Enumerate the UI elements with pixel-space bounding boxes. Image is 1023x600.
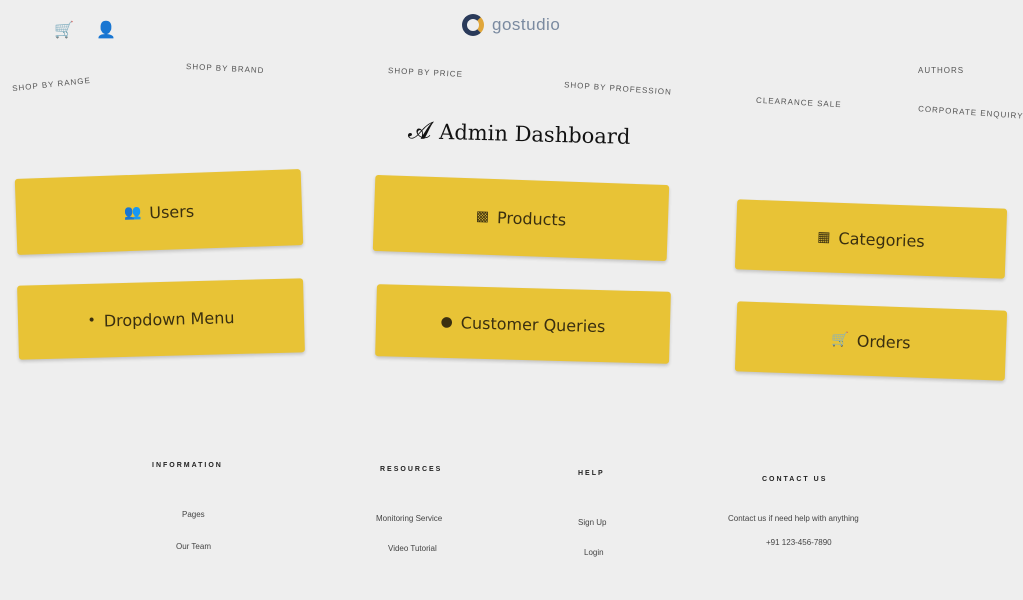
grid-icon: ▦ xyxy=(817,229,831,246)
products-label: Products xyxy=(496,207,567,230)
logo-text: gostudio xyxy=(492,15,561,34)
footer-link-sign-up[interactable]: Sign Up xyxy=(578,518,606,527)
dropdown-menu-button[interactable]: • Dropdown Menu xyxy=(17,278,305,360)
nav-item-authors[interactable]: AUTHORS xyxy=(918,66,964,75)
users-icon: 👥 xyxy=(123,204,142,222)
nav-item-corporate-enquiry[interactable]: CORPORATE ENQUIRY xyxy=(918,104,1023,120)
dropdown-menu-label: Dropdown Menu xyxy=(103,307,235,330)
nav-item-shop-by-profession[interactable]: SHOP BY PROFESSION xyxy=(564,80,672,97)
footer-heading-resources: RESOURCES xyxy=(380,466,443,473)
logo-mark-icon xyxy=(462,14,484,36)
footer-link-pages[interactable]: Pages xyxy=(182,510,205,519)
footer-link-monitoring-service[interactable]: Monitoring Service xyxy=(376,514,442,523)
customer-queries-button[interactable]: ● Customer Queries xyxy=(375,284,671,364)
nav-item-shop-by-price[interactable]: SHOP BY PRICE xyxy=(388,66,463,79)
logo[interactable]: gostudio xyxy=(462,14,560,36)
orders-label: Orders xyxy=(856,331,911,352)
footer-link-our-team[interactable]: Our Team xyxy=(176,542,211,551)
user-tie-icon: 𝓐 xyxy=(407,117,432,145)
dot-icon: • xyxy=(87,312,97,329)
cart-icon: 🛒 xyxy=(831,331,850,349)
categories-label: Categories xyxy=(838,228,926,251)
page-title: 𝓐 Admin Dashboard xyxy=(408,117,631,151)
nav-item-shop-by-range[interactable]: SHOP BY RANGE xyxy=(12,76,91,93)
boxes-icon: ▩ xyxy=(475,208,490,225)
nav-item-clearance-sale[interactable]: CLEARANCE SALE xyxy=(756,96,842,109)
chat-icon: ● xyxy=(440,313,454,331)
footer-contact-text: Contact us if need help with anything xyxy=(728,514,859,523)
nav-item-shop-by-brand[interactable]: SHOP BY BRAND xyxy=(186,62,265,75)
footer: INFORMATION RESOURCES HELP CONTACT US Pa… xyxy=(0,440,1023,600)
customer-queries-label: Customer Queries xyxy=(460,312,606,336)
users-label: Users xyxy=(148,201,195,222)
users-button[interactable]: 👥 Users xyxy=(14,169,304,255)
user-icon[interactable]: 👤 xyxy=(96,20,116,40)
footer-link-login[interactable]: Login xyxy=(584,548,604,557)
categories-button[interactable]: ▦ Categories xyxy=(734,199,1008,279)
footer-heading-information: INFORMATION xyxy=(152,462,223,469)
footer-heading-help: HELP xyxy=(578,470,605,477)
page-title-text: Admin Dashboard xyxy=(438,119,631,149)
orders-button[interactable]: 🛒 Orders xyxy=(734,301,1008,381)
products-button[interactable]: ▩ Products xyxy=(372,174,670,262)
footer-phone-number: +91 123-456-7890 xyxy=(766,538,832,547)
footer-link-video-tutorial[interactable]: Video Tutorial xyxy=(388,544,437,553)
footer-heading-contact-us: CONTACT US xyxy=(762,476,828,483)
cart-icon[interactable]: 🛒 xyxy=(54,20,74,40)
top-bar: 🛒 👤 gostudio xyxy=(0,0,1023,60)
